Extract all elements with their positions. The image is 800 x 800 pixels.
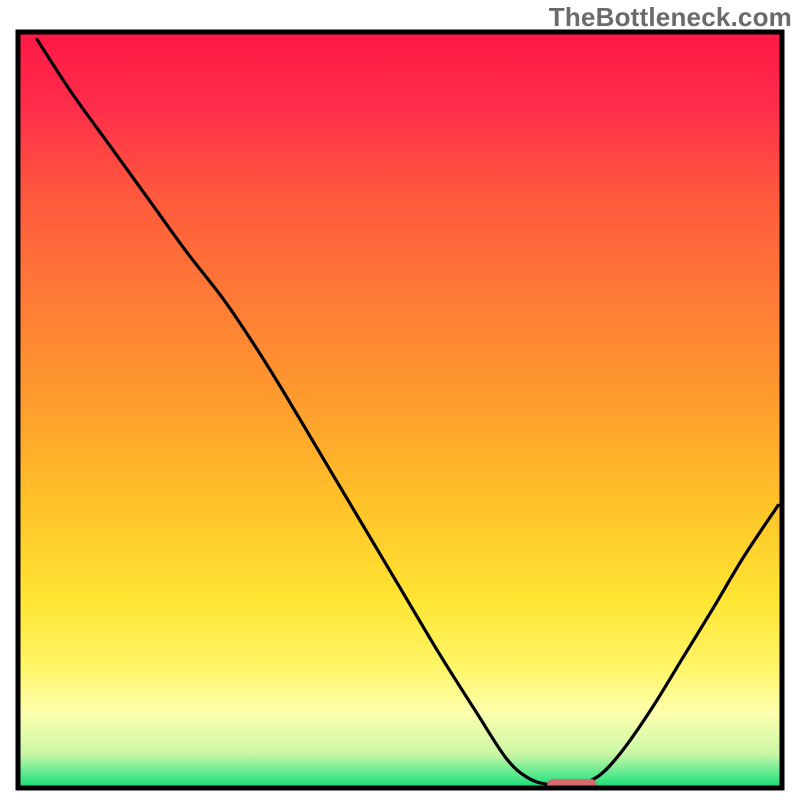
gradient-background xyxy=(18,32,782,788)
plot-area xyxy=(18,32,782,791)
chart-svg xyxy=(0,0,800,800)
watermark-text: TheBottleneck.com xyxy=(549,2,792,33)
chart-container: TheBottleneck.com xyxy=(0,0,800,800)
